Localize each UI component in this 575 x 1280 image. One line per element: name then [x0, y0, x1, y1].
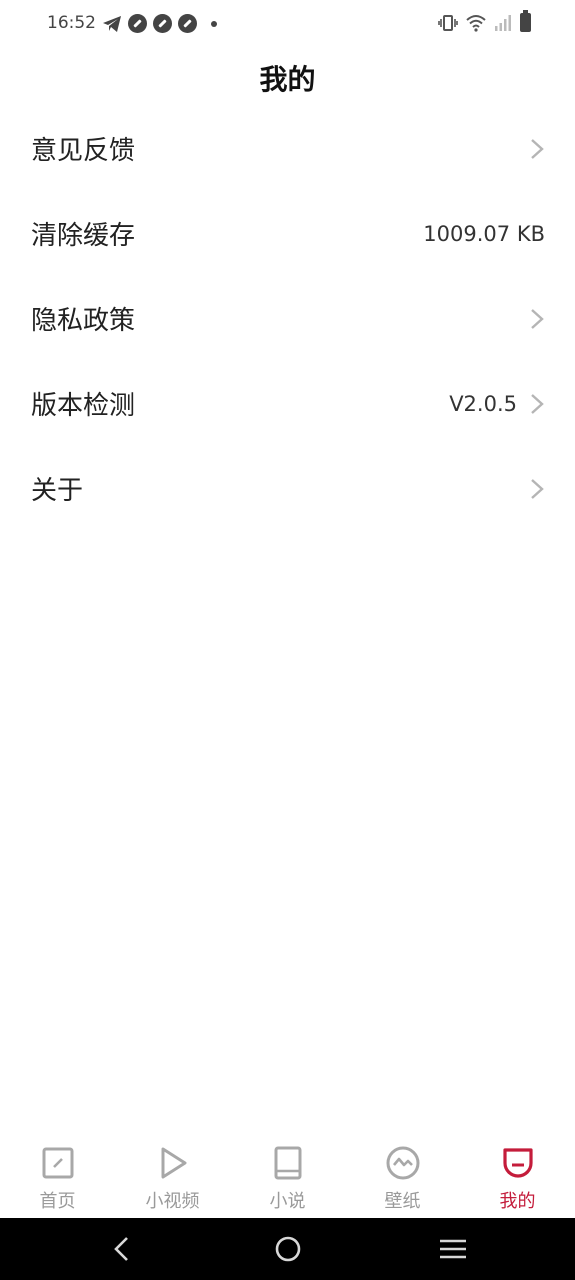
- wifi-icon: [466, 14, 486, 32]
- menu-item-privacy-policy[interactable]: 隐私政策: [0, 276, 575, 361]
- tab-wallpaper[interactable]: 壁纸: [345, 1138, 460, 1218]
- version-value: V2.0.5: [449, 391, 517, 416]
- play-icon: [161, 1147, 186, 1179]
- notification-dot-icon: [211, 20, 217, 27]
- menu-item-clear-cache[interactable]: 清除缓存 1009.07 KB: [0, 191, 575, 276]
- wallpaper-icon: [386, 1146, 419, 1180]
- chevron-right-icon: [531, 138, 544, 159]
- recents-menu-icon[interactable]: [438, 1234, 468, 1264]
- status-left-icons: [102, 14, 217, 33]
- tab-short-video[interactable]: 小视频: [115, 1138, 230, 1218]
- menu-item-feedback[interactable]: 意见反馈: [0, 106, 575, 191]
- tab-label: 小说: [269, 1191, 306, 1212]
- tab-label: 壁纸: [384, 1191, 421, 1212]
- app-circle-icon: [178, 14, 197, 33]
- book-icon: [274, 1146, 301, 1180]
- vibrate-icon: [438, 14, 458, 31]
- profile-icon: [502, 1148, 533, 1178]
- status-bar: 16:52: [0, 0, 575, 48]
- home-icon: [42, 1147, 73, 1179]
- tab-label: 首页: [39, 1191, 76, 1212]
- telegram-icon: [103, 15, 121, 32]
- tab-novel[interactable]: 小说: [230, 1138, 345, 1218]
- signal-icon: [495, 14, 511, 31]
- chevron-right-icon: [531, 308, 544, 329]
- menu-item-version-check[interactable]: 版本检测 V2.0.5: [0, 361, 575, 446]
- app-circle-icon: [128, 14, 147, 33]
- tab-profile[interactable]: 我的: [460, 1138, 575, 1218]
- menu-item-label: 清除缓存: [31, 221, 136, 251]
- chevron-right-icon: [531, 478, 544, 499]
- battery-icon: [520, 10, 531, 32]
- tab-home[interactable]: 首页: [0, 1138, 115, 1218]
- page-title: 我的: [259, 63, 316, 96]
- cache-size-value: 1009.07 KB: [423, 221, 545, 246]
- menu-item-about[interactable]: 关于: [0, 446, 575, 531]
- system-navigation-bar: [0, 1218, 575, 1280]
- settings-menu: 意见反馈 清除缓存 1009.07 KB 隐私政策 版本检测 V2.0.5 关于: [0, 106, 575, 531]
- tab-label: 我的: [499, 1191, 536, 1212]
- bottom-tab-bar: 首页 小视频 小说 壁纸 我的: [0, 1138, 575, 1218]
- home-button-icon[interactable]: [273, 1234, 303, 1264]
- app-circle-icon: [153, 14, 172, 33]
- menu-item-label: 版本检测: [31, 391, 136, 421]
- menu-item-label: 意见反馈: [31, 136, 136, 166]
- status-time: 16:52: [47, 13, 96, 33]
- tab-label: 小视频: [145, 1191, 200, 1212]
- back-icon[interactable]: [107, 1234, 137, 1264]
- menu-item-label: 隐私政策: [31, 306, 136, 336]
- status-right-icons: [438, 10, 531, 32]
- chevron-right-icon: [531, 393, 544, 414]
- menu-item-label: 关于: [31, 476, 84, 506]
